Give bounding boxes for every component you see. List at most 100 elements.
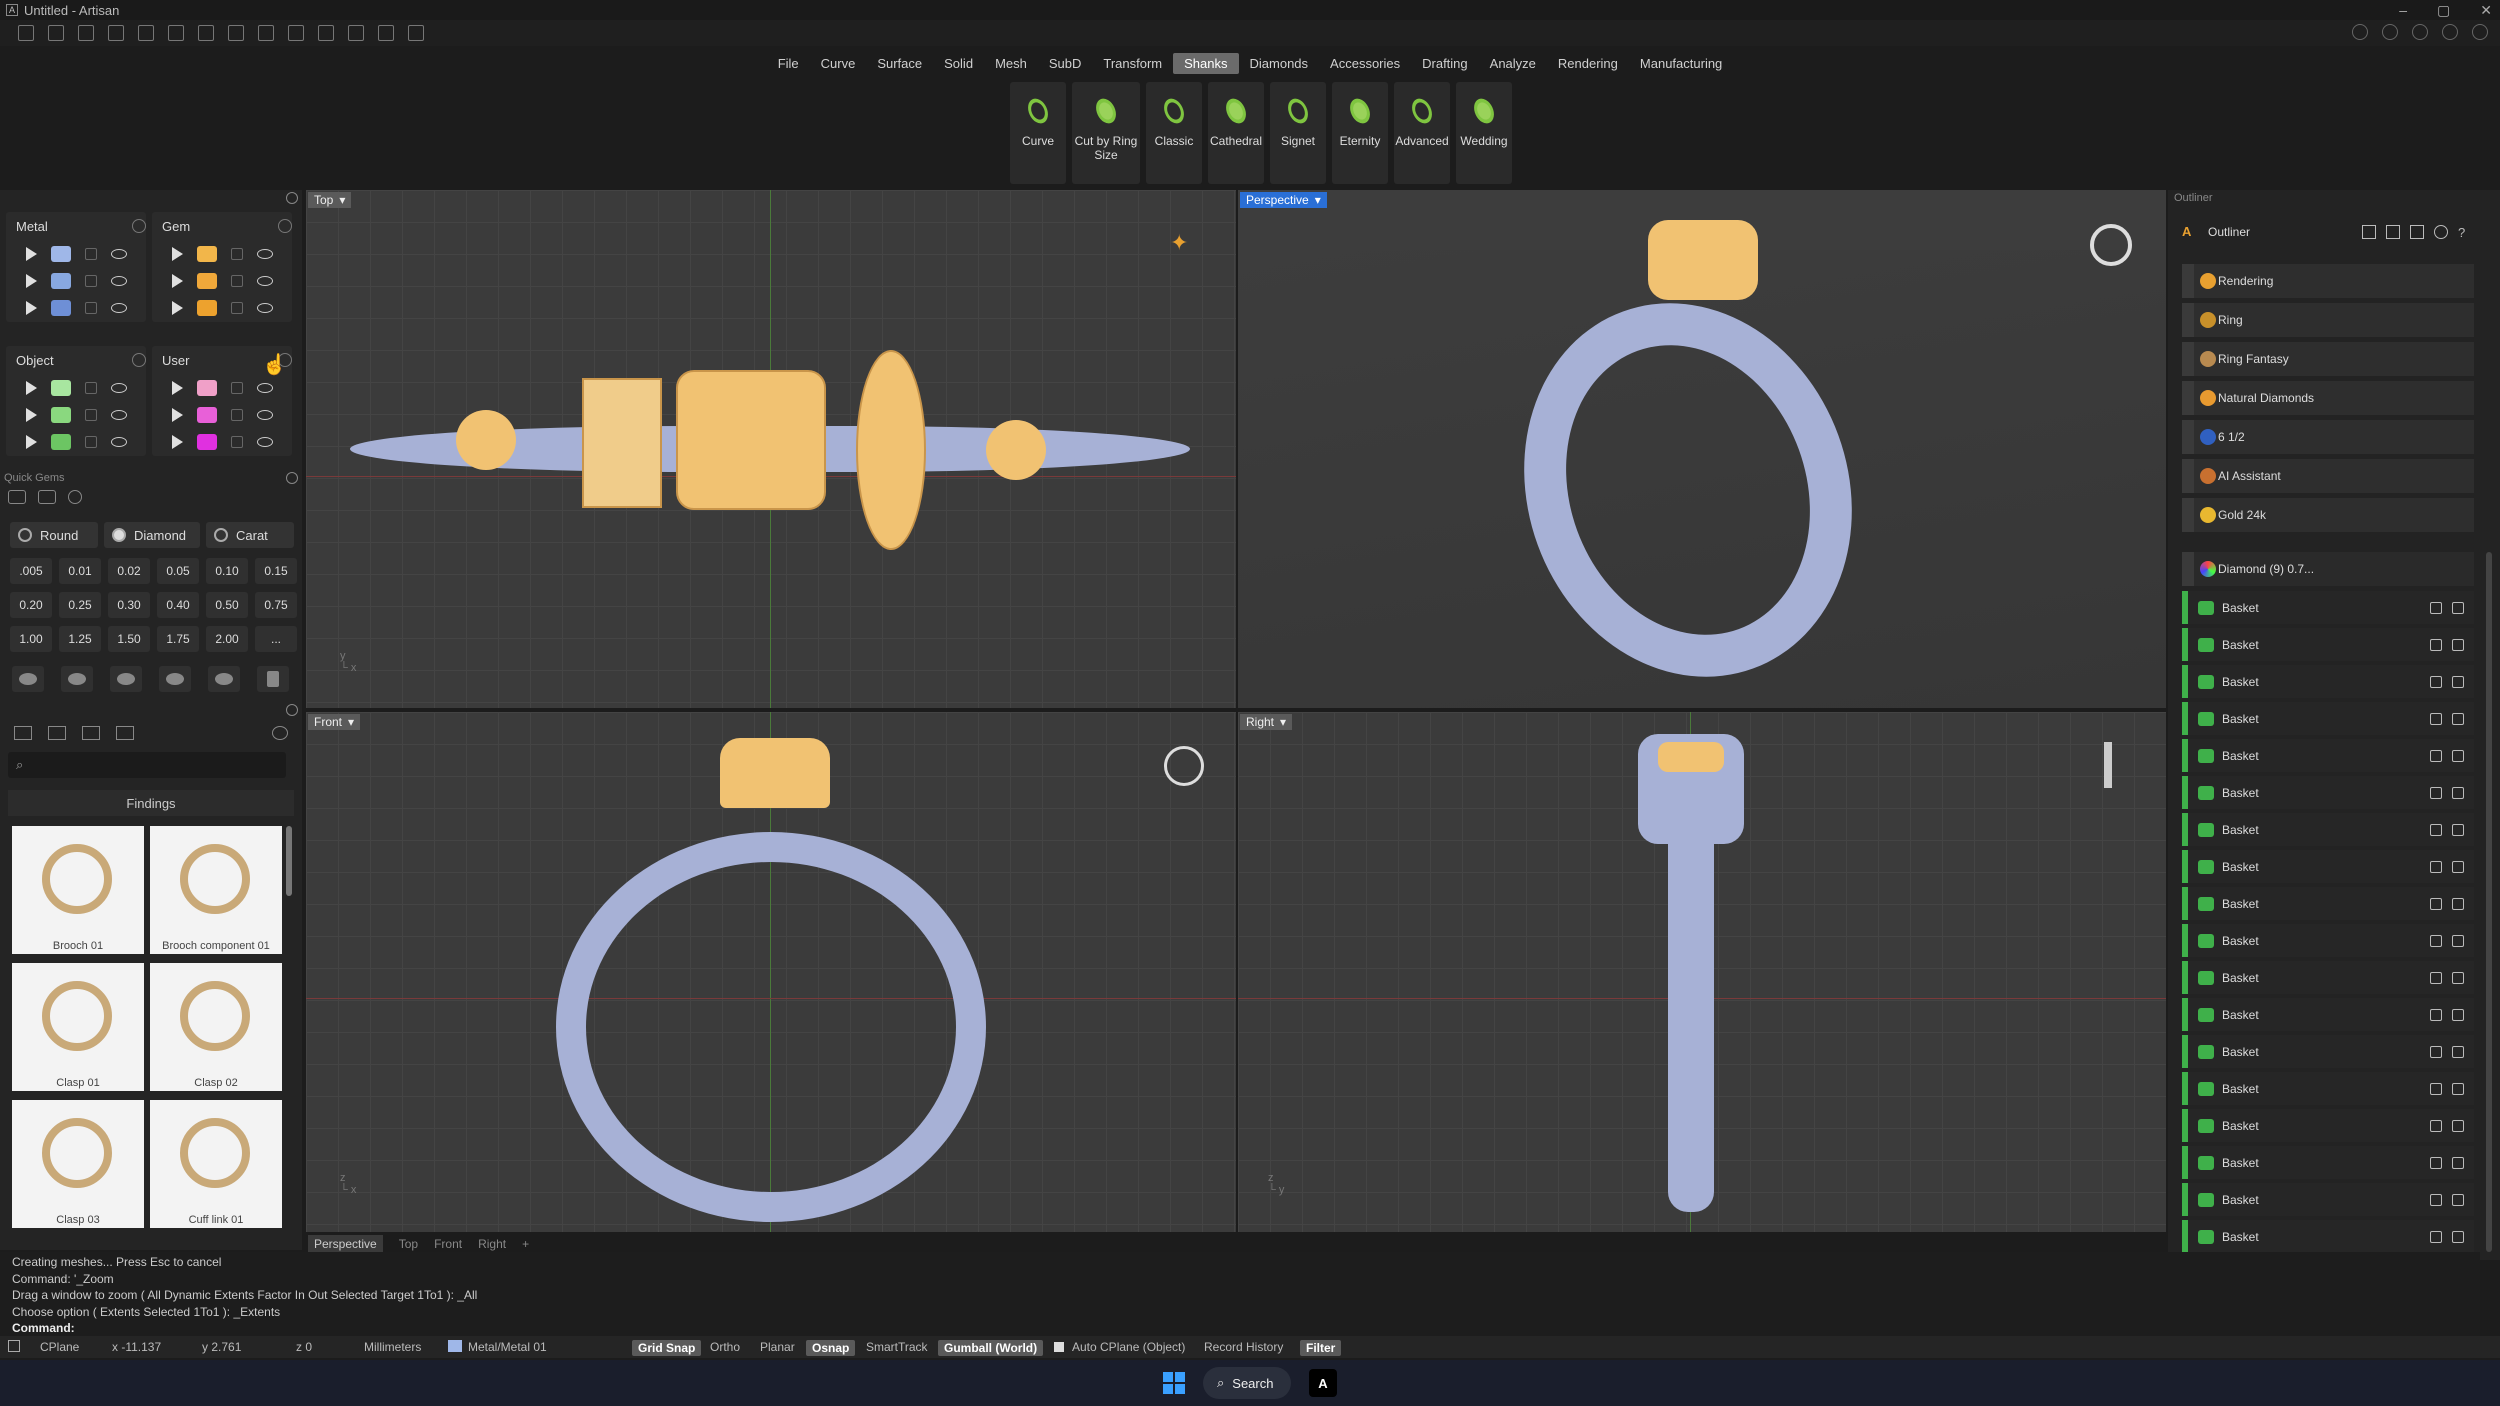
carat-button[interactable]: 0.25 [59,592,101,618]
lock-icon[interactable] [85,274,97,287]
outliner-item[interactable]: 6 1/2 [2182,420,2474,454]
eye-icon[interactable] [111,409,127,420]
filter-toggle[interactable]: Filter [1300,1340,1342,1356]
eye-icon[interactable] [2452,860,2464,873]
basket-row[interactable]: Basket [2182,924,2474,957]
eye-icon[interactable] [2452,1156,2464,1169]
visibility-all-icon[interactable] [132,219,146,233]
viewport-tab-perspective[interactable]: Perspective [308,1235,383,1253]
outliner-item[interactable]: AI Assistant [2182,459,2474,493]
carat-button[interactable]: 1.00 [10,626,52,652]
menu-shanks[interactable]: Shanks [1173,52,1239,74]
add-viewport-icon[interactable]: + [522,1237,529,1251]
menu-manufacturing[interactable]: Manufacturing [1629,53,1733,74]
gem-tool-icon[interactable] [8,490,26,504]
ribbon-wedding-button[interactable]: Wedding [1456,82,1512,184]
library-item[interactable]: Brooch component 01 [150,826,282,954]
menu-solid[interactable]: Solid [933,53,984,74]
basket-row[interactable]: Basket [2182,887,2474,920]
eye-icon[interactable] [2452,897,2464,910]
play-icon[interactable] [26,300,37,315]
gem-shape-button[interactable] [110,666,142,692]
question-icon[interactable] [2442,24,2458,40]
eye-icon[interactable] [257,436,273,447]
library-item[interactable]: Brooch 01 [12,826,144,954]
lock-icon[interactable] [85,247,97,260]
edit-icon[interactable] [2430,1119,2442,1132]
outliner-item[interactable]: Gold 24k [2182,498,2474,532]
library-item[interactable]: Clasp 01 [12,963,144,1091]
taskbar-search-button[interactable]: ⌕ Search [1203,1367,1291,1399]
menu-subd[interactable]: SubD [1038,53,1093,74]
eye-icon[interactable] [111,275,127,286]
carat-button[interactable]: 0.20 [10,592,52,618]
user-color-swatch[interactable] [197,406,217,423]
gem-color-swatch[interactable] [197,272,217,289]
carat-button[interactable]: ... [255,626,297,652]
edit-icon[interactable] [2430,823,2442,836]
edit-icon[interactable] [2430,897,2442,910]
basket-row[interactable]: Basket [2182,702,2474,735]
carat-button[interactable]: 0.40 [157,592,199,618]
menu-surface[interactable]: Surface [866,53,933,74]
grid-snap-toggle[interactable]: Grid Snap [632,1340,702,1356]
export-icon[interactable] [258,25,274,41]
perspective-viewport-tab[interactable]: Perspective ▾ [1240,192,1327,208]
eye-icon[interactable] [2452,1193,2464,1206]
basket-row[interactable]: Basket [2182,1109,2474,1142]
lock-icon[interactable] [85,435,97,448]
lock-icon[interactable] [85,301,97,314]
gem-shape-button[interactable] [159,666,191,692]
menu-rendering[interactable]: Rendering [1547,53,1629,74]
edit-icon[interactable] [2430,749,2442,762]
ortho-toggle[interactable]: Ortho [710,1340,740,1354]
user-layer-row[interactable] [152,428,292,455]
carat-button[interactable]: 0.10 [206,558,248,584]
lock-icon[interactable] [231,301,243,314]
eye-icon[interactable] [2452,749,2464,762]
carat-button[interactable]: 0.15 [255,558,297,584]
pick-gem-icon[interactable] [38,490,56,504]
ribbon-curve-button[interactable]: Curve [1010,82,1066,184]
library-settings-icon[interactable] [286,704,298,716]
outliner-item[interactable]: Ring [2182,303,2474,337]
metal-color-swatch[interactable] [51,299,71,316]
edit-icon[interactable] [2430,712,2442,725]
shape-icon[interactable] [318,25,334,41]
carat-button[interactable]: 1.75 [157,626,199,652]
basket-row[interactable]: Basket [2182,1146,2474,1179]
refresh-icon[interactable] [2434,225,2448,239]
grid-view-icon[interactable] [116,726,134,740]
carat-button[interactable]: 2.00 [206,626,248,652]
basket-row[interactable]: Basket [2182,776,2474,809]
viewport-tab-right[interactable]: Right [478,1237,506,1251]
lock-icon[interactable] [231,435,243,448]
rotate-gizmo-icon[interactable] [2090,224,2132,266]
top-viewport[interactable]: ✦ y └ x Top ▾ [306,190,1236,708]
lock-icon[interactable] [231,408,243,421]
gem-options-icon[interactable] [68,490,82,504]
eye-icon[interactable] [2452,1119,2464,1132]
panel-toggle-icon[interactable] [8,1340,20,1352]
front-viewport[interactable]: z └ x Front ▾ [306,712,1236,1232]
eye-icon[interactable] [2452,934,2464,947]
ribbon-eternity-button[interactable]: Eternity [1332,82,1388,184]
library-scrollbar[interactable] [286,826,292,896]
library-item[interactable]: Clasp 03 [12,1100,144,1228]
visibility-all-icon[interactable] [132,353,146,367]
eye-icon[interactable] [2452,786,2464,799]
edit-icon[interactable] [2410,225,2424,239]
planar-toggle[interactable]: Planar [760,1340,795,1354]
user-color-swatch[interactable] [197,379,217,396]
basket-row[interactable]: Basket [2182,591,2474,624]
object-color-swatch[interactable] [51,406,71,423]
eye-icon[interactable] [2452,1008,2464,1021]
windows-start-icon[interactable] [1163,1372,1185,1394]
edit-icon[interactable] [2430,934,2442,947]
ribbon-classic-button[interactable]: Classic [1146,82,1202,184]
object-layer-row[interactable] [6,374,146,401]
lock-icon[interactable] [85,381,97,394]
menu-drafting[interactable]: Drafting [1411,53,1479,74]
folder-icon[interactable] [14,726,32,740]
eye-icon[interactable] [2452,1082,2464,1095]
